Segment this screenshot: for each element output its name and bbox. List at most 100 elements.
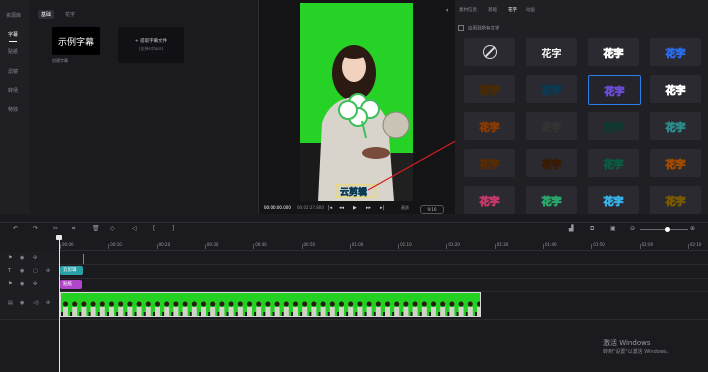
video-thumbnail-frame xyxy=(401,293,411,316)
fancy-text-style-1[interactable]: 花字 xyxy=(526,38,577,66)
nav-item-filter[interactable]: 滤镜 xyxy=(8,68,18,75)
link-icon[interactable]: ⧉ xyxy=(590,225,594,233)
ruler-tick-label: 01:10 xyxy=(400,242,412,247)
timeline-ruler[interactable] xyxy=(58,236,708,251)
track-move-icon[interactable]: ✣ xyxy=(46,268,50,274)
fancy-text-style-10[interactable]: 花字 xyxy=(588,112,639,140)
snap-icon[interactable]: ▟ xyxy=(569,225,574,232)
video-thumbnail-frame xyxy=(373,293,383,316)
fancy-text-style-3[interactable]: 花字 xyxy=(650,38,701,66)
video-thumbnail-frame xyxy=(465,293,475,316)
track-marker-icon[interactable]: ⚑ xyxy=(8,255,12,261)
fancy-text-style-15[interactable]: 花字 xyxy=(650,149,701,177)
split-icon[interactable]: ✂ xyxy=(53,225,58,232)
track-lock-icon[interactable]: ✣ xyxy=(33,281,37,287)
prev-frame-icon[interactable]: ◂◂ xyxy=(339,205,344,211)
ruler-tick-label: 00:50 xyxy=(303,242,316,247)
fancy-text-style-4[interactable]: 花字 xyxy=(464,75,515,103)
fancy-text-sample: 花字 xyxy=(541,159,562,171)
tab-material-info[interactable]: 素材信息 xyxy=(459,7,477,13)
undo-icon[interactable]: ↶ xyxy=(13,225,18,232)
track-lock-icon[interactable]: ✣ xyxy=(33,255,37,261)
video-clip-thumbnails xyxy=(61,293,480,316)
fancy-text-style-13[interactable]: 花字 xyxy=(526,149,577,177)
fancy-text-style-6[interactable]: 花字 xyxy=(588,75,641,105)
nav-item-effects[interactable]: 特效 xyxy=(8,106,18,113)
fancy-text-sample: 花字 xyxy=(541,196,562,208)
zoom-slider[interactable] xyxy=(640,229,688,230)
nav-item-sticker[interactable]: 贴纸 xyxy=(8,48,18,55)
track-screen-icon[interactable]: ▢ xyxy=(33,268,38,274)
ruler-tick-mark xyxy=(349,244,351,249)
fancy-text-style-9[interactable]: 花字 xyxy=(526,112,577,140)
next-frame-icon[interactable]: ▸▸ xyxy=(366,205,371,211)
fancy-text-sample: 花字 xyxy=(665,48,686,60)
activation-watermark-title: 激活 Windows xyxy=(603,339,651,347)
track-marker-icon[interactable]: ⚑ xyxy=(8,281,12,287)
fancy-text-style-8[interactable]: 花字 xyxy=(464,112,515,140)
subtitle-template-card[interactable]: 示例字幕 xyxy=(52,27,100,55)
tab-basic-props[interactable]: 基础 xyxy=(488,7,497,13)
fancy-text-style-12[interactable]: 花字 xyxy=(464,149,515,177)
video-thumbnail-frame xyxy=(70,293,80,316)
apply-all-label: 应用到所有文字 xyxy=(468,26,500,32)
nav-item-subtitle[interactable]: 字幕 xyxy=(8,31,18,42)
track-visibility-icon[interactable]: ◉ xyxy=(20,281,24,287)
playhead-handle[interactable] xyxy=(56,235,62,240)
video-clip[interactable] xyxy=(60,292,481,317)
play-icon[interactable]: ▶ xyxy=(353,205,357,211)
ruler-tick-label: 00:30 xyxy=(206,242,219,247)
quality-label[interactable]: 画质 xyxy=(401,205,409,211)
ruler-tick-label: 00:20 xyxy=(158,242,171,247)
fancy-text-style-14[interactable]: 花字 xyxy=(588,149,639,177)
bracket-right-icon[interactable]: ] xyxy=(172,225,174,232)
fancy-text-sample: 花字 xyxy=(479,122,500,134)
track-move-icon[interactable]: ✣ xyxy=(46,300,50,306)
subtitle-clip[interactable]: 云剪辑 xyxy=(60,266,83,275)
delete-icon[interactable]: 🗑 xyxy=(92,225,100,232)
tab-basic[interactable]: 基础 xyxy=(38,10,55,19)
fancy-text-style-2[interactable]: 花字 xyxy=(588,38,639,66)
collapse-icon[interactable]: ‹ xyxy=(446,7,448,14)
fancy-text-style-19[interactable]: 花字 xyxy=(650,186,701,214)
skip-back-icon[interactable]: |◂ xyxy=(328,205,332,211)
mark-icon[interactable]: ◁ xyxy=(132,225,137,232)
freeze-icon[interactable]: ◇ xyxy=(110,225,115,232)
tab-animation[interactable]: 动画 xyxy=(526,7,535,13)
zoom-slider-handle[interactable] xyxy=(665,227,670,232)
fancy-text-style-16[interactable]: 花字 xyxy=(464,186,515,214)
track-visibility-icon[interactable]: ◉ xyxy=(20,268,24,274)
fancy-text-style-11[interactable]: 花字 xyxy=(650,112,701,140)
import-subtitle-card[interactable]: + 提取字幕文件 (支持srt/ass) xyxy=(118,27,184,63)
preview-axis-icon[interactable]: ▣ xyxy=(610,225,616,232)
nav-item-transition[interactable]: 转场 xyxy=(8,87,18,94)
import-subtitle-hint: (支持srt/ass) xyxy=(138,46,164,51)
bracket-left-icon[interactable]: [ xyxy=(153,225,155,232)
zoom-out-icon[interactable]: ⊖ xyxy=(630,225,635,232)
fancy-text-style-18[interactable]: 花字 xyxy=(588,186,639,214)
video-thumbnail-frame xyxy=(272,293,282,316)
crop-icon[interactable]: ⌗ xyxy=(72,225,75,233)
video-thumbnail-frame xyxy=(429,293,438,316)
no-style-cell[interactable] xyxy=(464,38,515,66)
track-audio-icon[interactable]: ◁) xyxy=(33,300,39,306)
video-thumbnail-frame xyxy=(97,293,107,316)
redo-icon[interactable]: ↷ xyxy=(33,225,38,232)
track-subtitle xyxy=(0,264,708,279)
tab-fancy-props[interactable]: 花字 xyxy=(508,7,517,13)
tab-fancy-text[interactable]: 花字 xyxy=(62,10,78,19)
playhead[interactable] xyxy=(59,236,60,372)
fancy-text-style-17[interactable]: 花字 xyxy=(526,186,577,214)
zoom-in-icon[interactable]: ⊕ xyxy=(690,225,695,232)
fancy-text-style-5[interactable]: 花字 xyxy=(526,75,577,103)
track-visibility-icon[interactable]: ◉ xyxy=(20,255,24,261)
track-text-icon[interactable]: T xyxy=(8,268,11,274)
sticker-clip[interactable]: 贴纸 xyxy=(60,280,82,289)
skip-forward-icon[interactable]: ▸| xyxy=(380,205,384,211)
video-thumbnail-frame xyxy=(235,293,245,316)
aspect-ratio-button[interactable]: 9:16 xyxy=(420,205,444,214)
track-video-icon[interactable]: ▤ xyxy=(8,300,13,306)
apply-all-checkbox[interactable]: 应用到所有文字 xyxy=(458,25,500,32)
fancy-text-style-7[interactable]: 花字 xyxy=(650,75,701,103)
track-visibility-icon[interactable]: ◉ xyxy=(20,300,24,306)
